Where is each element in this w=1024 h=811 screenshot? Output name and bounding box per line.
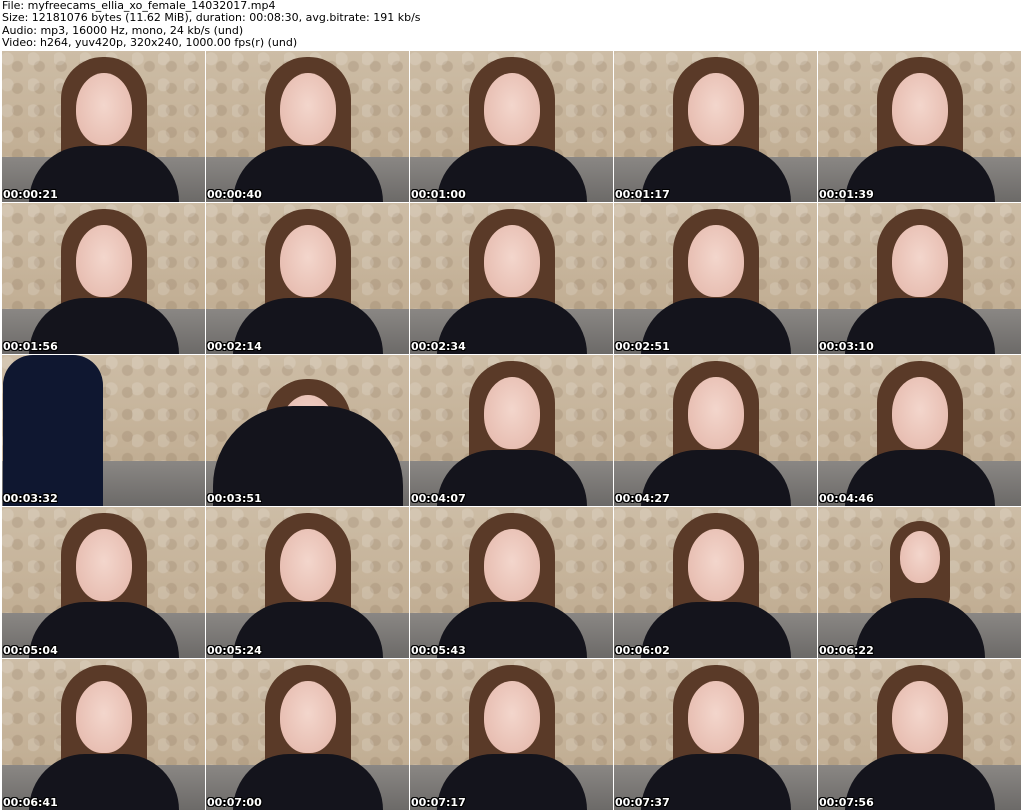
thumbnail-frame[interactable]: 00:04:46 bbox=[818, 355, 1021, 506]
thumbnail-timestamp: 00:06:41 bbox=[3, 796, 58, 809]
file-info-header: File: myfreecams_ellia_xo_female_1403201… bbox=[2, 0, 1022, 50]
thumbnail-timestamp: 00:01:17 bbox=[615, 188, 670, 201]
thumbnail-frame[interactable]: 00:03:10 bbox=[818, 203, 1021, 354]
thumbnail-frame[interactable]: 00:01:56 bbox=[2, 203, 205, 354]
thumbnail-timestamp: 00:05:04 bbox=[3, 644, 58, 657]
thumbnail-timestamp: 00:07:37 bbox=[615, 796, 670, 809]
thumbnail-frame[interactable]: 00:01:39 bbox=[818, 51, 1021, 202]
thumbnail-timestamp: 00:05:43 bbox=[411, 644, 466, 657]
thumbnail-frame[interactable]: 00:01:00 bbox=[410, 51, 613, 202]
thumbnail-frame[interactable]: 00:07:00 bbox=[206, 659, 409, 810]
thumbnail-frame[interactable]: 00:07:17 bbox=[410, 659, 613, 810]
video-info-line: Video: h264, yuv420p, 320x240, 1000.00 f… bbox=[2, 36, 298, 50]
thumbnail-timestamp: 00:06:22 bbox=[819, 644, 874, 657]
thumbnail-timestamp: 00:04:07 bbox=[411, 492, 466, 505]
thumbnail-frame[interactable]: 00:02:34 bbox=[410, 203, 613, 354]
thumbnail-timestamp: 00:07:56 bbox=[819, 796, 874, 809]
thumbnail-timestamp: 00:01:00 bbox=[411, 188, 466, 201]
thumbnail-frame[interactable]: 00:00:21 bbox=[2, 51, 205, 202]
thumbnail-frame[interactable]: 00:05:43 bbox=[410, 507, 613, 658]
thumbnail-frame[interactable]: 00:06:22 bbox=[818, 507, 1021, 658]
thumbnail-timestamp: 00:04:46 bbox=[819, 492, 874, 505]
thumbnail-timestamp: 00:03:51 bbox=[207, 492, 262, 505]
thumbnail-timestamp: 00:01:56 bbox=[3, 340, 58, 353]
thumbnail-timestamp: 00:03:10 bbox=[819, 340, 874, 353]
thumbnail-frame[interactable]: 00:01:17 bbox=[614, 51, 817, 202]
thumbnail-frame[interactable]: 00:03:51 bbox=[206, 355, 409, 506]
thumbnail-timestamp: 00:01:39 bbox=[819, 188, 874, 201]
thumbnail-timestamp: 00:07:17 bbox=[411, 796, 466, 809]
thumbnail-timestamp: 00:02:14 bbox=[207, 340, 262, 353]
thumbnail-frame[interactable]: 00:05:24 bbox=[206, 507, 409, 658]
thumbnail-frame[interactable]: 00:02:14 bbox=[206, 203, 409, 354]
thumbnail-timestamp: 00:02:34 bbox=[411, 340, 466, 353]
thumbnail-frame[interactable]: 00:02:51 bbox=[614, 203, 817, 354]
thumbnail-frame[interactable]: 00:06:41 bbox=[2, 659, 205, 810]
thumbnail-grid: 00:00:21 00:00:40 00:01:00 00:01:17 00:0… bbox=[2, 51, 1022, 811]
thumbnail-timestamp: 00:05:24 bbox=[207, 644, 262, 657]
thumbnail-frame[interactable]: 00:04:27 bbox=[614, 355, 817, 506]
thumbnail-frame[interactable]: 00:00:40 bbox=[206, 51, 409, 202]
thumbnail-timestamp: 00:06:02 bbox=[615, 644, 670, 657]
thumbnail-timestamp: 00:04:27 bbox=[615, 492, 670, 505]
thumbnail-frame[interactable]: 00:06:02 bbox=[614, 507, 817, 658]
thumbnail-timestamp: 00:02:51 bbox=[615, 340, 670, 353]
thumbnail-timestamp: 00:07:00 bbox=[207, 796, 262, 809]
thumbnail-frame[interactable]: 00:07:56 bbox=[818, 659, 1021, 810]
thumbnail-timestamp: 00:00:40 bbox=[207, 188, 262, 201]
thumbnail-timestamp: 00:03:32 bbox=[3, 492, 58, 505]
thumbnail-frame[interactable]: 00:03:32 bbox=[2, 355, 205, 506]
thumbnail-frame[interactable]: 00:04:07 bbox=[410, 355, 613, 506]
thumbnail-frame[interactable]: 00:07:37 bbox=[614, 659, 817, 810]
thumbnail-frame[interactable]: 00:05:04 bbox=[2, 507, 205, 658]
file-size-line: Size: 12181076 bytes (11.62 MiB), durati… bbox=[2, 11, 421, 25]
thumbnail-timestamp: 00:00:21 bbox=[3, 188, 58, 201]
